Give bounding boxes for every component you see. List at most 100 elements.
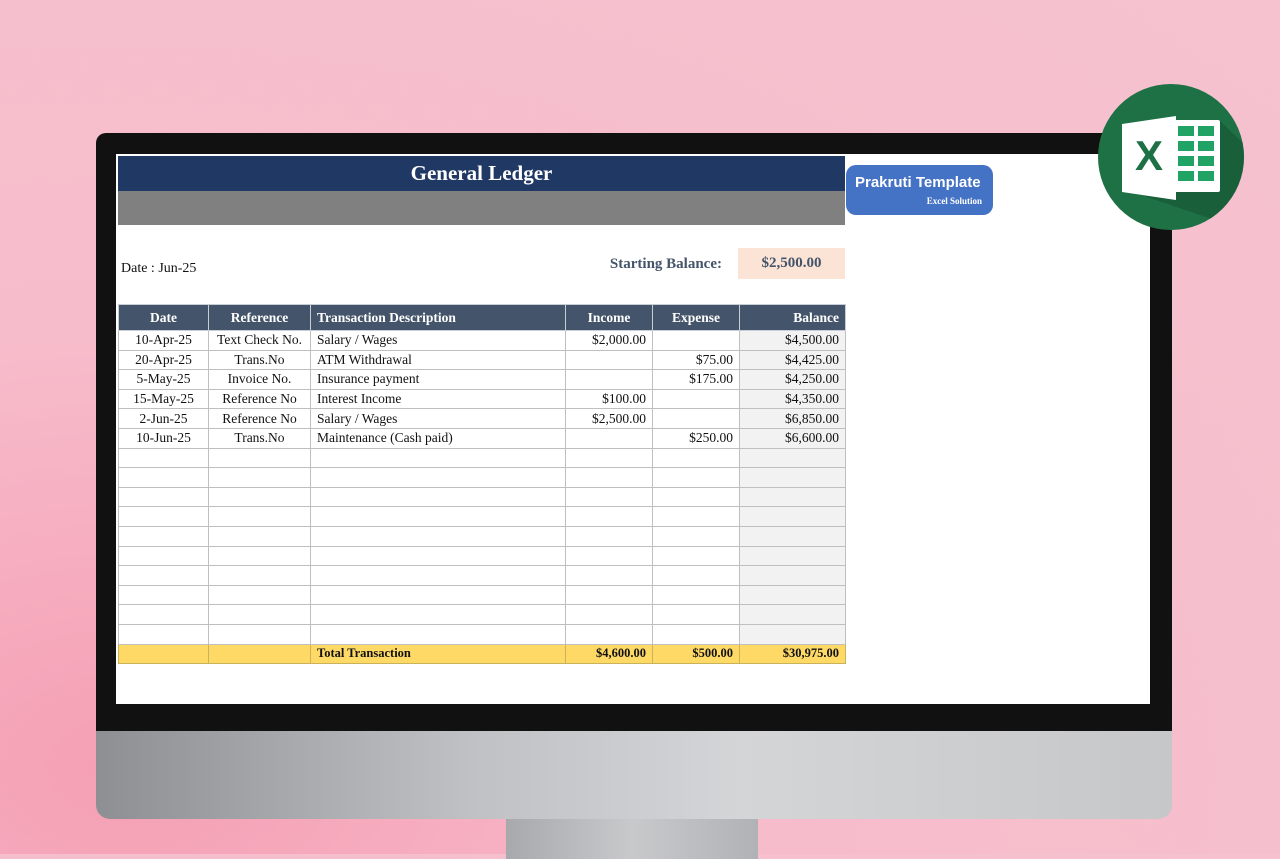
total-income[interactable]: $4,600.00 <box>565 643 653 665</box>
cell-balance[interactable] <box>739 506 846 527</box>
cell-expense[interactable]: $250.00 <box>652 427 740 449</box>
cell-balance[interactable] <box>739 604 846 625</box>
cell-date[interactable] <box>118 486 209 508</box>
total-expense[interactable]: $500.00 <box>652 643 740 665</box>
cell-balance[interactable] <box>739 584 846 606</box>
cell-reference[interactable]: Invoice No. <box>208 369 311 390</box>
col-header-balance[interactable]: Balance <box>739 304 846 331</box>
cell-income[interactable] <box>565 525 653 547</box>
cell-balance[interactable] <box>739 565 846 586</box>
cell-reference[interactable] <box>208 545 311 567</box>
cell-reference[interactable] <box>208 467 311 488</box>
cell-expense[interactable]: $75.00 <box>652 349 740 371</box>
cell-reference[interactable]: Text Check No. <box>208 330 311 351</box>
cell-reference[interactable] <box>208 486 311 508</box>
cell-balance[interactable] <box>739 486 846 508</box>
cell-description[interactable] <box>310 584 566 606</box>
cell-income[interactable] <box>565 604 653 625</box>
cell-income[interactable] <box>565 565 653 586</box>
cell-expense[interactable] <box>652 486 740 508</box>
cell-expense[interactable] <box>652 388 740 410</box>
cell-balance[interactable]: $6,850.00 <box>739 408 846 429</box>
cell-balance[interactable]: $4,250.00 <box>739 369 846 390</box>
cell-description[interactable]: Salary / Wages <box>310 408 566 429</box>
col-header-description[interactable]: Transaction Description <box>310 304 566 331</box>
cell-description[interactable] <box>310 623 566 645</box>
cell-expense[interactable] <box>652 467 740 488</box>
cell-income[interactable]: $2,500.00 <box>565 408 653 429</box>
cell-date[interactable] <box>118 447 209 469</box>
cell-balance[interactable] <box>739 623 846 645</box>
cell-date[interactable] <box>118 565 209 586</box>
cell-income[interactable] <box>565 427 653 449</box>
cell-date[interactable]: 5-May-25 <box>118 369 209 390</box>
cell-description[interactable] <box>310 604 566 625</box>
cell-date[interactable] <box>118 604 209 625</box>
cell-expense[interactable] <box>652 545 740 567</box>
cell-balance[interactable]: $6,600.00 <box>739 427 846 449</box>
cell-reference[interactable] <box>208 623 311 645</box>
cell-expense[interactable]: $175.00 <box>652 369 740 390</box>
cell-expense[interactable] <box>652 623 740 645</box>
cell-description[interactable]: Interest Income <box>310 388 566 410</box>
cell-expense[interactable] <box>652 408 740 429</box>
cell-income[interactable] <box>565 623 653 645</box>
col-header-expense[interactable]: Expense <box>652 304 740 331</box>
cell-reference[interactable] <box>208 506 311 527</box>
cell-date[interactable]: 20-Apr-25 <box>118 349 209 371</box>
cell-reference[interactable]: Trans.No <box>208 427 311 449</box>
cell-balance[interactable]: $4,500.00 <box>739 330 846 351</box>
cell-income[interactable] <box>565 486 653 508</box>
cell-expense[interactable] <box>652 584 740 606</box>
cell-description[interactable]: Salary / Wages <box>310 330 566 351</box>
cell-income[interactable]: $100.00 <box>565 388 653 410</box>
cell-description[interactable] <box>310 486 566 508</box>
cell-balance[interactable]: $4,425.00 <box>739 349 846 371</box>
cell-date[interactable] <box>118 545 209 567</box>
total-label[interactable]: Total Transaction <box>310 643 566 665</box>
cell-date[interactable]: 15-May-25 <box>118 388 209 410</box>
cell-income[interactable] <box>565 506 653 527</box>
cell-description[interactable] <box>310 467 566 488</box>
starting-balance-value[interactable]: $2,500.00 <box>738 248 845 279</box>
cell-balance[interactable]: $4,350.00 <box>739 388 846 410</box>
cell-date[interactable] <box>118 467 209 488</box>
cell-reference[interactable] <box>208 584 311 606</box>
cell-description[interactable] <box>310 565 566 586</box>
total-balance[interactable]: $30,975.00 <box>739 643 846 665</box>
cell-description[interactable] <box>310 525 566 547</box>
cell-date[interactable]: 2-Jun-25 <box>118 408 209 429</box>
cell-date[interactable] <box>118 584 209 606</box>
total-cell-empty[interactable] <box>208 643 311 665</box>
cell-income[interactable] <box>565 349 653 371</box>
cell-expense[interactable] <box>652 330 740 351</box>
cell-reference[interactable]: Reference No <box>208 408 311 429</box>
cell-expense[interactable] <box>652 565 740 586</box>
cell-reference[interactable] <box>208 565 311 586</box>
col-header-income[interactable]: Income <box>565 304 653 331</box>
total-cell-empty[interactable] <box>118 643 209 665</box>
cell-balance[interactable] <box>739 545 846 567</box>
cell-date[interactable] <box>118 623 209 645</box>
col-header-date[interactable]: Date <box>118 304 209 331</box>
cell-expense[interactable] <box>652 447 740 469</box>
col-header-reference[interactable]: Reference <box>208 304 311 331</box>
cell-reference[interactable] <box>208 604 311 625</box>
cell-expense[interactable] <box>652 525 740 547</box>
cell-income[interactable] <box>565 584 653 606</box>
cell-date[interactable]: 10-Apr-25 <box>118 330 209 351</box>
cell-income[interactable] <box>565 447 653 469</box>
cell-date[interactable] <box>118 525 209 547</box>
cell-description[interactable]: ATM Withdrawal <box>310 349 566 371</box>
cell-description[interactable] <box>310 545 566 567</box>
cell-expense[interactable] <box>652 506 740 527</box>
cell-description[interactable]: Maintenance (Cash paid) <box>310 427 566 449</box>
cell-date[interactable] <box>118 506 209 527</box>
cell-description[interactable]: Insurance payment <box>310 369 566 390</box>
cell-description[interactable] <box>310 447 566 469</box>
cell-income[interactable] <box>565 467 653 488</box>
cell-reference[interactable]: Trans.No <box>208 349 311 371</box>
cell-income[interactable]: $2,000.00 <box>565 330 653 351</box>
cell-income[interactable] <box>565 369 653 390</box>
cell-description[interactable] <box>310 506 566 527</box>
